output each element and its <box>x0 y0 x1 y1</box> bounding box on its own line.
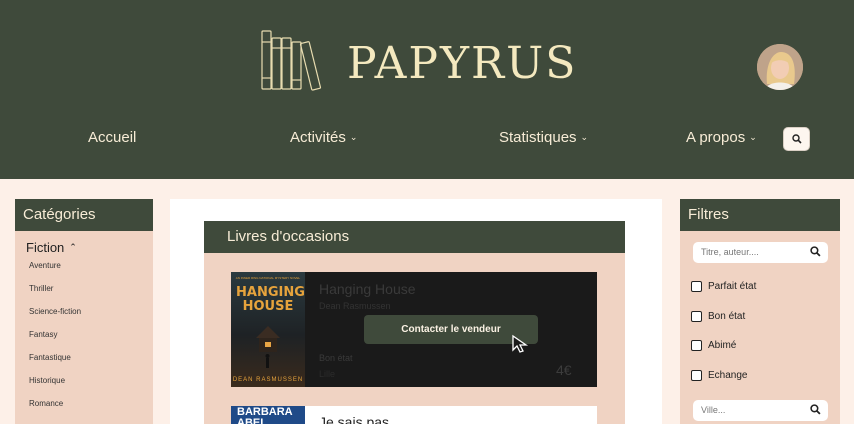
checkbox-label: Abimé <box>708 340 737 351</box>
nav-a-propos-label: A propos <box>686 129 746 146</box>
category-item[interactable]: Romance <box>29 399 63 408</box>
categories-panel: Catégories Fiction ⌃ Aventure Thriller S… <box>15 199 153 424</box>
checkbox-label: Bon état <box>708 311 746 322</box>
checkbox[interactable] <box>691 340 702 351</box>
header-search-button[interactable] <box>783 127 810 151</box>
filters-title: Filtres <box>680 199 840 231</box>
cover-title: BARBARA ABEL <box>237 406 293 424</box>
search-icon[interactable] <box>810 404 821 415</box>
filter-checkbox-parfait-etat[interactable]: Parfait état <box>691 281 756 292</box>
nav-statistiques[interactable]: Statistiques ⌄ <box>499 129 588 146</box>
category-item[interactable]: Fantasy <box>29 330 57 339</box>
category-item[interactable]: Fantastique <box>29 353 71 362</box>
nav-activites-label: Activités <box>290 129 346 146</box>
category-group-fiction[interactable]: Fiction ⌃ <box>26 240 77 255</box>
categories-title: Catégories <box>15 199 153 231</box>
checkbox-label: Echange <box>708 370 748 381</box>
nav-statistiques-label: Statistiques <box>499 129 577 146</box>
book-author: Dean Rasmussen <box>319 301 391 311</box>
city-input[interactable]: Ville... <box>693 400 828 421</box>
nav-a-propos[interactable]: A propos ⌄ <box>686 129 757 146</box>
main-content: Livres d'occasions AN INNER RING NATIONA… <box>170 199 662 424</box>
book-price: 4€ <box>556 362 572 378</box>
site-header: PAPYRUS Accueil Activités ⌄ Statistiques… <box>0 0 854 179</box>
search-placeholder: Titre, auteur.... <box>701 247 759 257</box>
chevron-down-icon: ⌄ <box>349 132 358 142</box>
user-avatar[interactable] <box>757 44 803 90</box>
section-title: Livres d'occasions <box>204 221 625 253</box>
category-item[interactable]: Aventure <box>29 261 61 270</box>
book-title[interactable]: Hanging House <box>319 281 416 297</box>
nav-accueil[interactable]: Accueil <box>88 129 136 146</box>
chevron-down-icon: ⌄ <box>580 132 589 142</box>
book-location: Lille <box>319 369 336 379</box>
book-cover: BARBARA ABEL <box>231 406 305 424</box>
cover-author: DEAN RASMUSSEN <box>232 377 304 383</box>
filter-checkbox-abime[interactable]: Abimé <box>691 340 736 351</box>
used-books-section: Livres d'occasions AN INNER RING NATIONA… <box>204 221 625 424</box>
category-item[interactable]: Historique <box>29 376 65 385</box>
filter-checkbox-bon-etat[interactable]: Bon état <box>691 311 745 322</box>
chevron-up-icon: ⌃ <box>69 242 77 252</box>
nav-activites[interactable]: Activités ⌄ <box>290 129 357 146</box>
book-cover: AN INNER RING NATIONAL MYSTERY NOVEL HAN… <box>231 272 305 387</box>
filter-checkbox-echange[interactable]: Echange <box>691 370 747 381</box>
brand-name[interactable]: PAPYRUS <box>347 38 577 89</box>
nav-accueil-label: Accueil <box>88 129 137 146</box>
category-item[interactable]: Thriller <box>29 284 53 293</box>
category-item[interactable]: Science-fiction <box>29 307 81 316</box>
checkbox[interactable] <box>691 281 702 292</box>
book-title[interactable]: Je sais pas <box>319 414 389 424</box>
cover-tagline: AN INNER RING NATIONAL MYSTERY NOVEL <box>235 276 301 280</box>
checkbox[interactable] <box>691 311 702 322</box>
chevron-down-icon: ⌄ <box>749 132 757 142</box>
book-condition: Bon état <box>319 353 353 363</box>
cover-title: HANGING HOUSE <box>236 285 305 314</box>
books-icon <box>261 30 322 91</box>
filters-panel: Filtres Titre, auteur.... Parfait état B… <box>680 199 840 424</box>
search-icon[interactable] <box>810 246 821 257</box>
category-group-label: Fiction <box>26 240 65 255</box>
city-placeholder: Ville... <box>701 405 726 415</box>
search-input[interactable]: Titre, auteur.... <box>693 242 828 263</box>
checkbox-label: Parfait état <box>708 281 757 292</box>
book-card[interactable]: BARBARA ABEL Je sais pas <box>231 406 597 424</box>
checkbox[interactable] <box>691 370 702 381</box>
book-card[interactable]: AN INNER RING NATIONAL MYSTERY NOVEL HAN… <box>231 272 597 387</box>
cursor-icon <box>512 334 529 353</box>
search-icon <box>791 134 802 144</box>
